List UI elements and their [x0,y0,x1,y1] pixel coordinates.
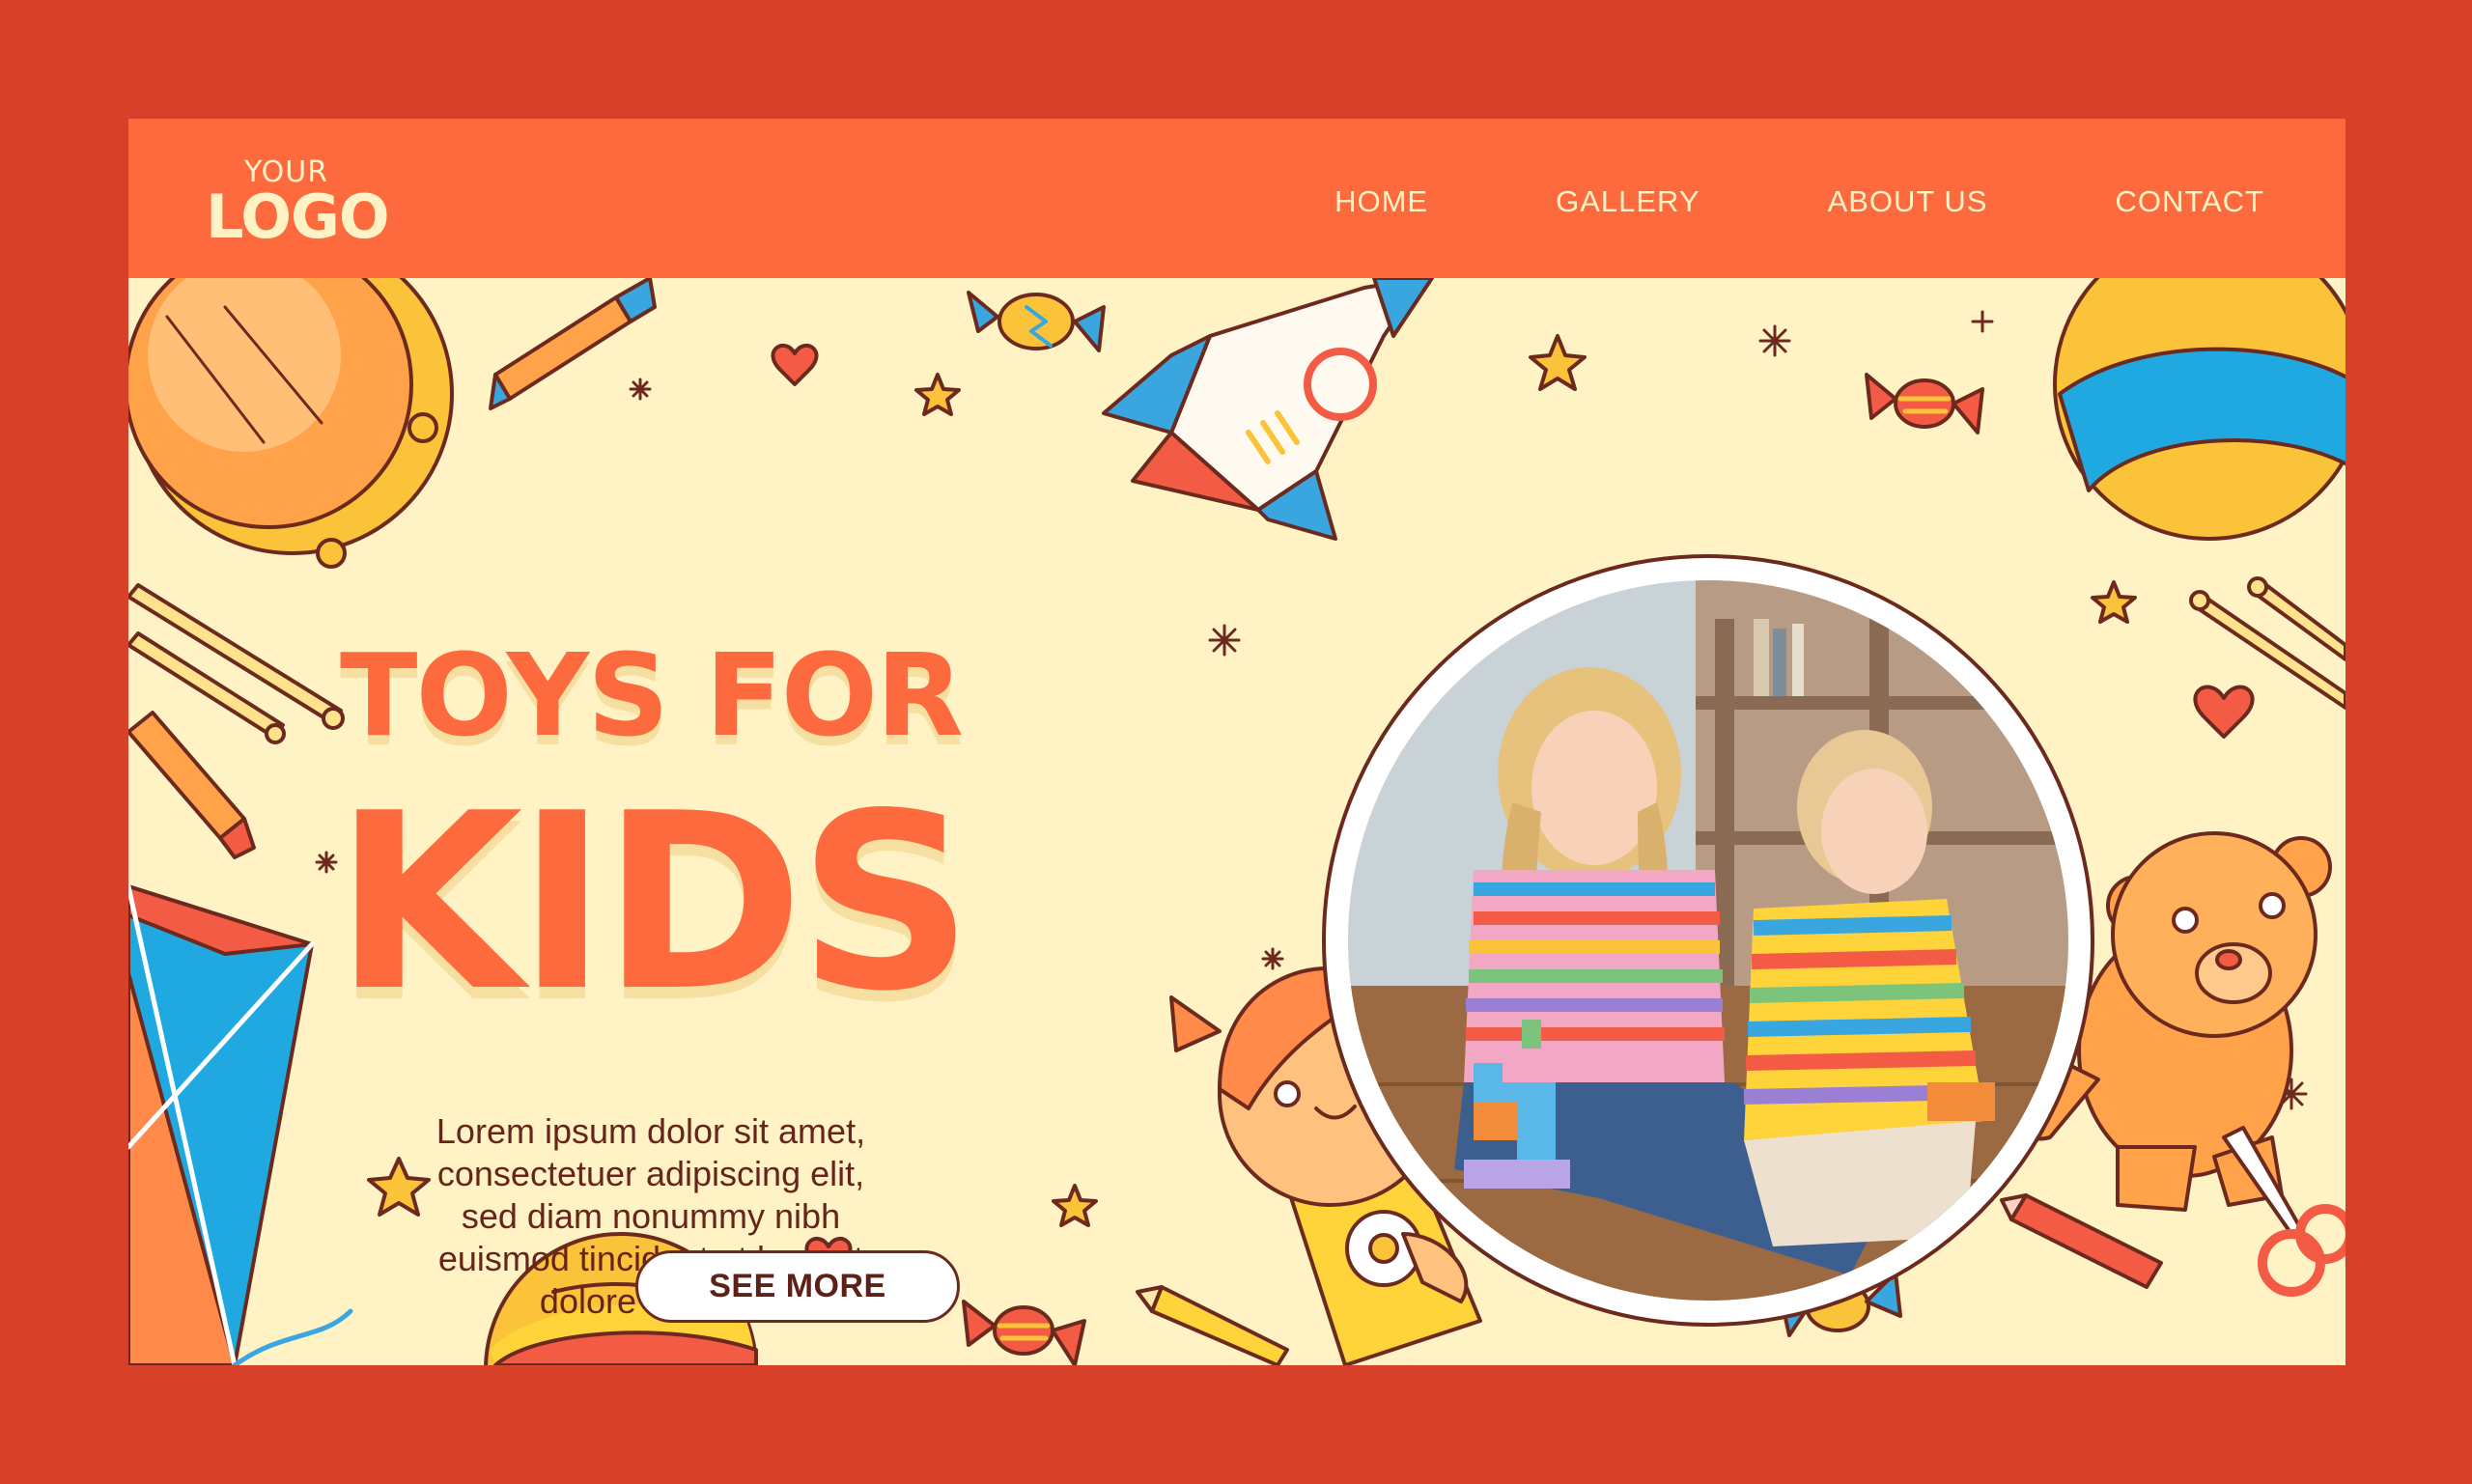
candy-icon [967,291,1106,352]
crayon-icon [1136,1285,1289,1365]
candy-icon [1865,373,1984,434]
star-icon [914,373,961,416]
star-icon [1052,1184,1098,1227]
star-icon [2091,580,2137,624]
tambourine-icon [128,278,454,569]
nav-home[interactable]: HOME [1334,184,1428,219]
nav-contact[interactable]: CONTACT [2115,184,2264,219]
hero-title-line2: KIDS [334,762,973,1045]
photo-illustration [1348,580,2068,1301]
candy-icon [962,1300,1086,1365]
heart-icon [2193,685,2255,739]
hero-title-line1: TOYS FOR [340,629,964,762]
rocket-icon [1102,278,1434,541]
scissors-icon [2222,1126,2346,1297]
heart-icon [771,343,819,386]
see-more-button[interactable]: SEE MORE [635,1250,960,1323]
main-nav: HOME GALLERY ABOUT US CONTACT [1334,184,2264,219]
nav-about-us[interactable]: ABOUT US [1828,184,1988,219]
hero-section: TOYS FOR KIDS Lorem ipsum dolor sit amet… [128,278,2346,1365]
site-header: YOUR LOGO HOME GALLERY ABOUT US CONTACT [128,119,2346,278]
crayon-icon [2000,1193,2163,1289]
landing-page: YOUR LOGO HOME GALLERY ABOUT US CONTACT [128,119,2346,1365]
nav-gallery[interactable]: GALLERY [1556,184,1700,219]
logo-big-text: LOGO [206,182,390,252]
logo[interactable]: YOUR LOGO [206,157,390,252]
kids-playing-photo [1348,580,2068,1301]
ball-icon [2053,278,2346,541]
star-icon [1529,334,1587,391]
